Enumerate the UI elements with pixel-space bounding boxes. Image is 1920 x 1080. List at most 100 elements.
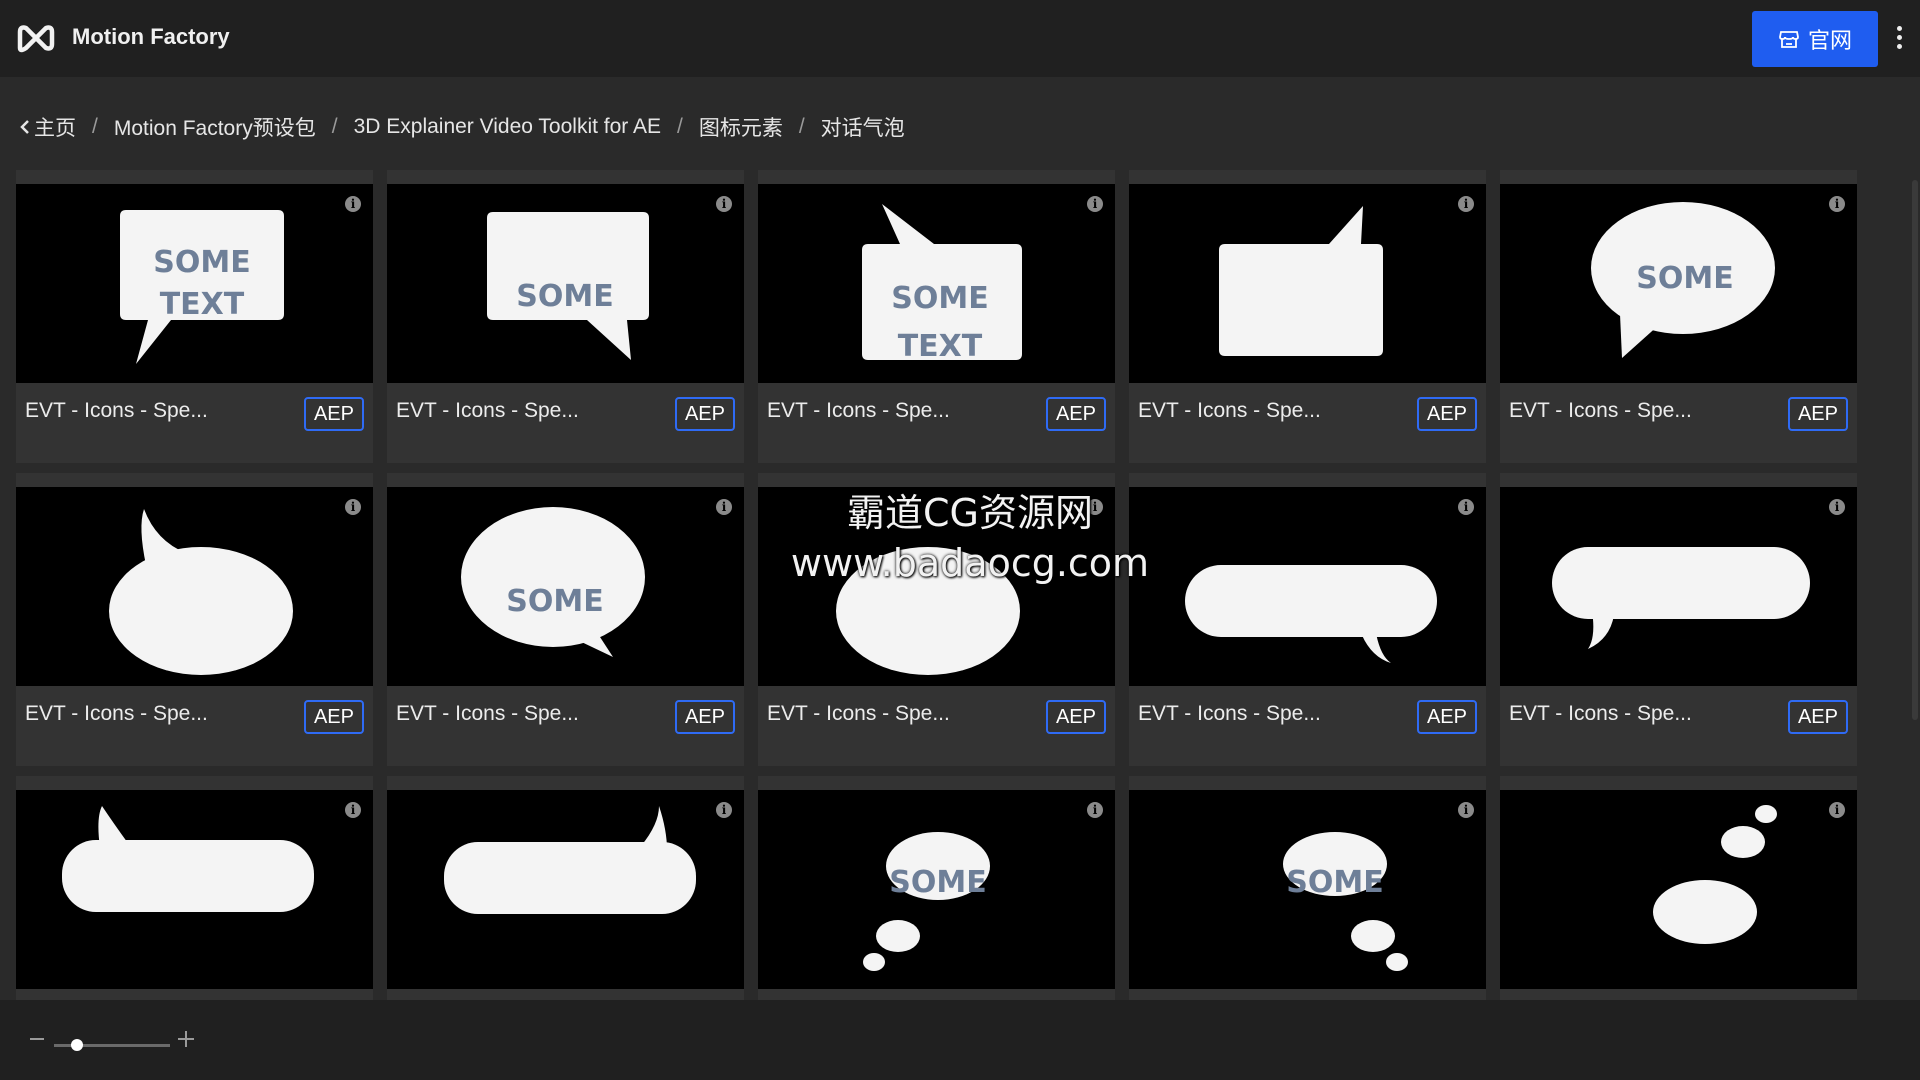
footer-bar — [0, 1000, 1920, 1080]
file-type-badge: AEP — [1787, 700, 1848, 734]
speech-bubble-graphic — [1185, 565, 1437, 663]
info-icon[interactable]: i — [1829, 802, 1845, 818]
speech-bubble-graphic — [109, 509, 293, 675]
bubble-text: SOME — [516, 279, 613, 314]
info-icon[interactable]: i — [716, 499, 732, 515]
info-icon[interactable]: i — [1829, 196, 1845, 212]
asset-thumbnail[interactable]: SOME i — [387, 487, 744, 686]
asset-title: EVT - Icons - Spe... — [1509, 702, 1692, 725]
official-site-button[interactable]: 官网 — [1752, 11, 1878, 67]
info-icon[interactable]: i — [1458, 802, 1474, 818]
file-type-badge: AEP — [1416, 700, 1477, 734]
file-type-badge: AEP — [1045, 700, 1106, 734]
breadcrumb-separator: / — [676, 115, 683, 138]
bubble-text: SOME — [1636, 261, 1733, 296]
info-icon[interactable]: i — [1087, 499, 1103, 515]
asset-thumbnail[interactable]: SOME i — [758, 790, 1115, 989]
asset-card[interactable]: SOME i — [758, 776, 1115, 1000]
breadcrumb-separator: / — [798, 115, 805, 138]
file-type-badge: AEP — [674, 397, 735, 431]
chevron-left-icon — [20, 120, 29, 134]
info-icon[interactable]: i — [1458, 196, 1474, 212]
asset-thumbnail[interactable]: i — [1129, 184, 1486, 383]
asset-thumbnail[interactable]: i — [1129, 487, 1486, 686]
speech-bubble-graphic: SOME — [1591, 202, 1775, 358]
zoom-slider-thumb[interactable] — [71, 1039, 84, 1051]
asset-thumbnail[interactable]: i — [758, 487, 1115, 686]
bubble-text: SOME — [1286, 865, 1383, 900]
asset-card[interactable]: i EVT - Icons - Spe... AEP — [16, 473, 373, 766]
bubble-text: SOME — [153, 245, 250, 280]
info-icon[interactable]: i — [1829, 499, 1845, 515]
app-header: Motion Factory 官网 — [0, 0, 1920, 77]
asset-card[interactable]: i EVT - Icons - Spe... AEP — [1129, 473, 1486, 766]
breadcrumb-separator: / — [92, 115, 98, 138]
asset-card[interactable]: SOME i EVT - Icons - Spe... AEP — [387, 473, 744, 766]
asset-thumbnail[interactable]: SOME TEXT i — [758, 184, 1115, 383]
breadcrumb-item-preset-pack[interactable]: Motion Factory预设包 — [114, 112, 316, 142]
speech-bubble-graphic — [1653, 805, 1777, 944]
more-menu-icon[interactable] — [1892, 26, 1906, 52]
info-icon[interactable]: i — [716, 196, 732, 212]
info-icon[interactable]: i — [716, 802, 732, 818]
file-type-badge: AEP — [1416, 397, 1477, 431]
info-icon[interactable]: i — [1087, 196, 1103, 212]
breadcrumb-home[interactable]: 主页 — [20, 112, 76, 142]
asset-card[interactable]: SOME i — [1129, 776, 1486, 1000]
file-type-badge: AEP — [1787, 397, 1848, 431]
asset-thumbnail[interactable]: SOME i — [387, 184, 744, 383]
info-icon[interactable]: i — [345, 802, 361, 818]
asset-card[interactable]: SOME TEXT i EVT - Icons - Spe... AEP — [758, 170, 1115, 463]
file-type-badge: AEP — [1045, 397, 1106, 431]
official-site-label: 官网 — [1807, 28, 1852, 53]
asset-thumbnail[interactable]: SOME TEXT i — [16, 184, 373, 383]
breadcrumb-item-icon-elements[interactable]: 图标元素 — [699, 112, 783, 142]
asset-thumbnail[interactable]: i — [387, 790, 744, 989]
bubble-text: SOME — [891, 281, 988, 316]
info-icon[interactable]: i — [345, 499, 361, 515]
speech-bubble-graphic — [444, 806, 696, 914]
file-type-badge: AEP — [303, 397, 364, 431]
bubble-text: SOME — [889, 865, 986, 900]
store-icon — [1779, 31, 1799, 48]
file-type-badge: AEP — [303, 700, 364, 734]
asset-thumbnail[interactable]: i — [16, 487, 373, 686]
asset-card[interactable]: i EVT - Icons - Spe... AEP — [1129, 170, 1486, 463]
breadcrumb-item-toolkit[interactable]: 3D Explainer Video Toolkit for AE — [354, 115, 661, 139]
breadcrumb-item-speech-bubbles: 对话气泡 — [820, 117, 905, 140]
breadcrumb: 主页 / Motion Factory预设包 / 3D Explainer Vi… — [20, 112, 905, 142]
asset-card[interactable]: i — [16, 776, 373, 1000]
asset-card[interactable]: i EVT - Icons - Spe... AEP — [1500, 473, 1857, 766]
vertical-scrollbar[interactable] — [1912, 180, 1918, 720]
asset-card[interactable]: SOME i EVT - Icons - Spe... AEP — [387, 170, 744, 463]
bubble-text: SOME — [506, 584, 603, 619]
speech-bubble-graphic: SOME — [1283, 832, 1408, 971]
asset-grid: SOME TEXT i EVT - Icons - Spe... AEP SOME i EVT… — [0, 170, 1920, 1000]
speech-bubble-graphic — [1552, 547, 1810, 649]
asset-title: EVT - Icons - Spe... — [25, 702, 208, 725]
speech-bubble-graphic — [836, 547, 1020, 675]
asset-title: EVT - Icons - Spe... — [396, 702, 579, 725]
asset-thumbnail[interactable]: i — [16, 790, 373, 989]
zoom-out-button[interactable] — [30, 1038, 44, 1040]
speech-bubble-graphic: SOME — [863, 832, 990, 971]
info-icon[interactable]: i — [1087, 802, 1103, 818]
asset-card[interactable]: SOME TEXT i EVT - Icons - Spe... AEP — [16, 170, 373, 463]
asset-title: EVT - Icons - Spe... — [767, 399, 950, 422]
file-type-badge: AEP — [674, 700, 735, 734]
asset-title: EVT - Icons - Spe... — [1138, 702, 1321, 725]
speech-bubble-graphic: SOME TEXT — [120, 210, 284, 364]
asset-card[interactable]: SOME i EVT - Icons - Spe... AEP — [1500, 170, 1857, 463]
info-icon[interactable]: i — [345, 196, 361, 212]
asset-card[interactable]: i — [387, 776, 744, 1000]
asset-title: EVT - Icons - Spe... — [1138, 399, 1321, 422]
asset-card[interactable]: i EVT - Icons - Spe... AEP — [758, 473, 1115, 766]
asset-title: EVT - Icons - Spe... — [1509, 399, 1692, 422]
zoom-in-button[interactable] — [178, 1031, 194, 1047]
asset-card[interactable]: i — [1500, 776, 1857, 1000]
asset-thumbnail[interactable]: SOME i — [1129, 790, 1486, 989]
info-icon[interactable]: i — [1458, 499, 1474, 515]
asset-thumbnail[interactable]: i — [1500, 790, 1857, 989]
asset-thumbnail[interactable]: i — [1500, 487, 1857, 686]
asset-thumbnail[interactable]: SOME i — [1500, 184, 1857, 383]
